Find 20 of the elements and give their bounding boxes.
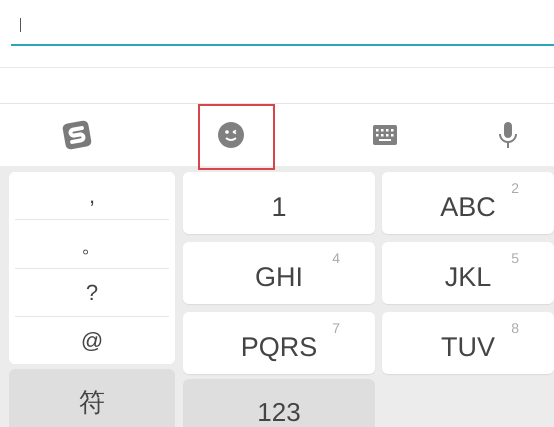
punctuation-key[interactable]: 。 <box>15 220 169 269</box>
keypad-key[interactable]: PQRS 7 <box>183 312 375 374</box>
keypad-key[interactable]: GHI 4 <box>183 242 375 304</box>
punctuation-key[interactable]: ? <box>15 268 169 318</box>
punctuation-key[interactable]: @ <box>15 317 169 364</box>
punctuation-key[interactable]: , <box>15 172 169 220</box>
keypad-key[interactable]: TUV 8 <box>382 312 554 374</box>
digit-hint: 8 <box>511 319 519 338</box>
smiley-icon[interactable] <box>218 122 244 148</box>
microphone-icon[interactable] <box>498 122 518 148</box>
keypad-key[interactable]: 1 <box>183 172 375 234</box>
number-key[interactable]: 123 <box>183 379 375 427</box>
digit-hint: 5 <box>511 249 519 268</box>
symbol-key[interactable]: 符 <box>9 369 175 427</box>
digit-hint: 4 <box>332 249 340 268</box>
keypad-key[interactable]: JKL 5 <box>382 242 554 304</box>
keyboard-icon[interactable] <box>373 125 397 145</box>
digit-hint: 7 <box>332 319 340 338</box>
digit-hint: 2 <box>511 179 519 198</box>
keypad-key[interactable]: ABC 2 <box>382 172 554 234</box>
